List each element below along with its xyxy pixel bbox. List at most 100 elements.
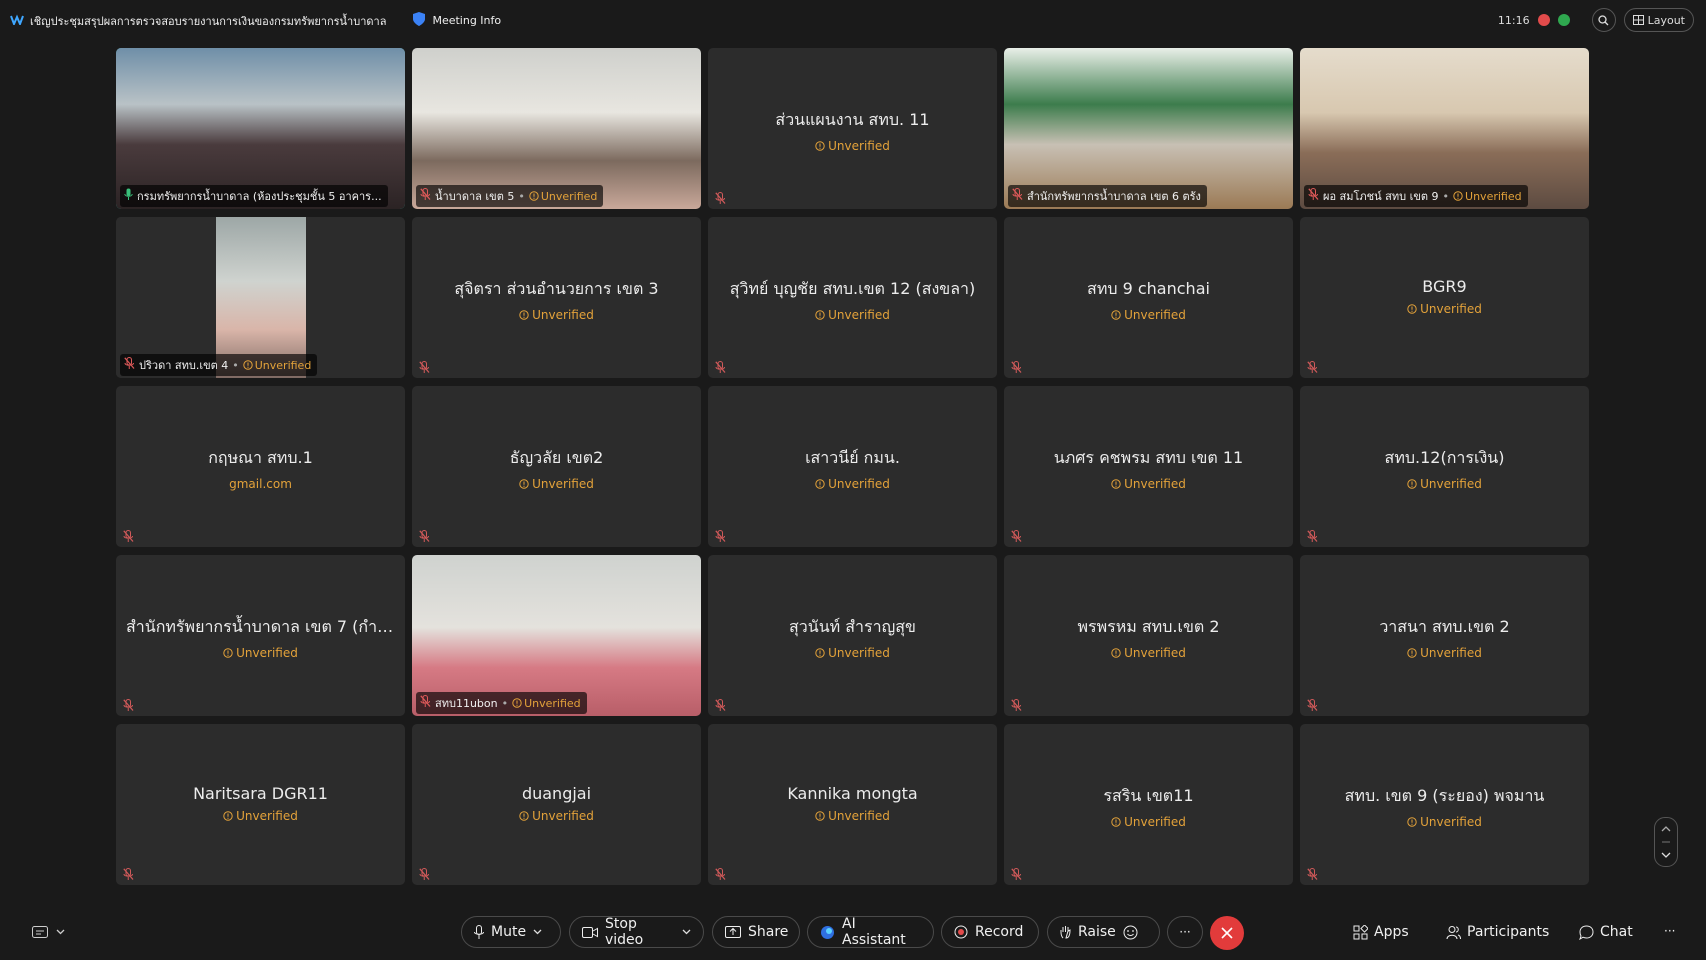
participant-tile[interactable]: duangjai Unverified — [412, 724, 701, 885]
shield-icon[interactable] — [412, 11, 426, 30]
participant-tile[interactable]: สำนักทรัพยากรน้ำบาดาล เขต 6 ตรัง — [1004, 48, 1293, 209]
participant-tile[interactable]: เสาวนีย์ กมน. Unverified — [708, 386, 997, 547]
participant-info: สุวนันท์ สำราญสุข Unverified — [708, 615, 997, 660]
raise-label: Raise — [1078, 924, 1116, 940]
overflow-menu-button[interactable]: ··· — [1664, 924, 1675, 938]
participant-info: Naritsara DGR11 Unverified — [116, 784, 405, 823]
unverified-icon — [1407, 817, 1417, 827]
participant-tile[interactable]: นภศร คชพรม สทบ เขต 11 Unverified — [1004, 386, 1293, 547]
participant-tile[interactable]: รสริน เขต11 Unverified — [1004, 724, 1293, 885]
participant-tile[interactable]: สทบ11ubon • Unverified — [412, 555, 701, 716]
participant-name: สำนักทรัพยากรน้ำบาดาล เขต 6 ตรัง — [1027, 190, 1201, 203]
participant-name-label: ผอ สมโภชน์ สทบ เขต 9 • Unverified — [1304, 185, 1528, 207]
participant-tile[interactable]: วาสนา สทบ.เขต 2 Unverified — [1300, 555, 1589, 716]
chevron-down-icon — [56, 929, 65, 935]
chat-label: Chat — [1600, 924, 1633, 940]
separator-dot: • — [501, 696, 509, 710]
record-button[interactable]: Record — [941, 916, 1039, 948]
unverified-icon — [1407, 648, 1417, 658]
ai-assistant-icon — [821, 925, 834, 939]
overflow-icon: ··· — [1664, 924, 1676, 938]
chat-button[interactable]: Chat — [1579, 924, 1633, 940]
participant-tile[interactable]: สทบ 9 chanchai Unverified — [1004, 217, 1293, 378]
apps-icon — [1353, 924, 1368, 939]
participant-tile[interactable]: กรมทรัพยากรน้ำบาดาล (ห้องประชุมชั้น 5 อา… — [116, 48, 405, 209]
participant-info: สทบ. เขต 9 (ระยอง) พจมาน Unverified — [1300, 784, 1589, 829]
participant-info: สทบ.12(การเงิน) Unverified — [1300, 446, 1589, 491]
participant-tile[interactable]: น้ำบาดาล เขต 5 • Unverified — [412, 48, 701, 209]
participant-info: สทบ 9 chanchai Unverified — [1004, 277, 1293, 322]
participant-name: พรพรหม สทบ.เขต 2 — [1077, 617, 1220, 636]
unverified-icon — [519, 811, 529, 821]
unverified-icon — [1111, 817, 1121, 827]
record-label: Record — [975, 924, 1024, 940]
participant-tile[interactable]: สุวิทย์ บุญชัย สทบ.เขต 12 (สงขลา) Unverif… — [708, 217, 997, 378]
unverified-icon — [1407, 304, 1417, 314]
participant-tile[interactable]: สทบ.12(การเงิน) Unverified — [1300, 386, 1589, 547]
record-icon — [954, 925, 968, 939]
participant-subtitle: Unverified — [1420, 646, 1482, 660]
unverified-text: Unverified — [524, 696, 581, 710]
participant-tile[interactable]: ส่วนแผนงาน สทบ. 11 Unverified — [708, 48, 997, 209]
unverified-icon — [519, 310, 529, 320]
participant-info: Kannika mongta Unverified — [708, 784, 997, 823]
unverified-badge: Unverified — [1004, 308, 1293, 322]
participant-tile[interactable]: สุจิตรา ส่วนอำนวยการ เขต 3 Unverified — [412, 217, 701, 378]
participant-tile[interactable]: สุวนันท์ สำราญสุข Unverified — [708, 555, 997, 716]
stop-video-label: Stop video — [605, 916, 644, 948]
top-bar: เชิญประชุมสรุปผลการตรวจสอบรายงานการเงินข… — [0, 0, 1706, 40]
participant-name: เสาวนีย์ กมน. — [805, 448, 900, 467]
participant-name-label: กรมทรัพยากรน้ำบาดาล (ห้องประชุมชั้น 5 อา… — [120, 185, 388, 207]
grid-scroll-control[interactable] — [1654, 817, 1678, 867]
participant-name: Kannika mongta — [787, 784, 918, 803]
participants-label: Participants — [1467, 924, 1550, 940]
participant-tile[interactable]: Kannika mongta Unverified — [708, 724, 997, 885]
ai-assistant-label: AI Assistant — [842, 916, 906, 948]
mic-muted-icon — [715, 190, 727, 204]
mic-muted-icon — [1011, 359, 1023, 373]
captions-icon — [32, 926, 48, 938]
raise-hand-button[interactable]: Raise — [1047, 916, 1160, 948]
participant-tile[interactable]: BGR9 Unverified — [1300, 217, 1589, 378]
mic-muted-icon — [420, 695, 431, 711]
stop-video-button[interactable]: Stop video — [569, 916, 704, 948]
unverified-icon — [1111, 310, 1121, 320]
mute-button[interactable]: Mute — [461, 916, 561, 948]
unverified-icon — [1111, 479, 1121, 489]
participant-tile[interactable]: ปริวดา สทบ.เขต 4 • Unverified — [116, 217, 405, 378]
participant-name: สำนักทรัพยากรน้ำบาดาล เขต 7 (กำแ... — [126, 617, 403, 636]
participant-tile[interactable]: สำนักทรัพยากรน้ำบาดาล เขต 7 (กำแ... Unver… — [116, 555, 405, 716]
participant-tile[interactable]: Naritsara DGR11 Unverified — [116, 724, 405, 885]
mic-muted-icon — [419, 866, 431, 880]
separator-dot: • — [1442, 189, 1450, 203]
participant-tile[interactable]: ผอ สมโภชน์ สทบ เขต 9 • Unverified — [1300, 48, 1589, 209]
more-options-button[interactable]: ··· — [1167, 916, 1203, 948]
share-button[interactable]: Share — [712, 916, 800, 948]
participant-tile[interactable]: กฤษณา สทบ.1 gmail.com — [116, 386, 405, 547]
mic-muted-icon — [419, 359, 431, 373]
mic-muted-icon — [1307, 528, 1319, 542]
participants-button[interactable]: Participants — [1446, 924, 1549, 940]
unverified-icon — [243, 360, 253, 370]
meeting-header: เชิญประชุมสรุปผลการตรวจสอบรายงานการเงินข… — [10, 11, 501, 30]
captions-button[interactable] — [32, 926, 65, 938]
magnifier-icon — [1598, 14, 1609, 25]
share-screen-icon — [725, 926, 741, 938]
participant-name: น้ำบาดาล เขต 5 — [435, 190, 515, 203]
meeting-title: เชิญประชุมสรุปผลการตรวจสอบรายงานการเงินข… — [30, 14, 387, 28]
unverified-text: Unverified — [1465, 189, 1522, 203]
layout-button[interactable]: Layout — [1623, 8, 1694, 32]
clock: 11:16 — [1497, 13, 1530, 27]
apps-button[interactable]: Apps — [1353, 924, 1409, 940]
ai-assistant-button[interactable]: AI Assistant — [807, 916, 934, 948]
participant-tile[interactable]: พรพรหม สทบ.เขต 2 Unverified — [1004, 555, 1293, 716]
participant-tile[interactable]: ธัญวลัย เขต2 Unverified — [412, 386, 701, 547]
layout-label: Layout — [1647, 13, 1685, 27]
mute-label: Mute — [491, 924, 527, 940]
unverified-badge: Unverified — [1300, 477, 1589, 491]
share-label: Share — [748, 924, 789, 940]
participant-tile[interactable]: สทบ. เขต 9 (ระยอง) พจมาน Unverified — [1300, 724, 1589, 885]
leave-meeting-button[interactable] — [1210, 916, 1244, 950]
meeting-info-link[interactable]: Meeting Info — [432, 14, 501, 27]
zoom-search-button[interactable] — [1591, 8, 1616, 32]
